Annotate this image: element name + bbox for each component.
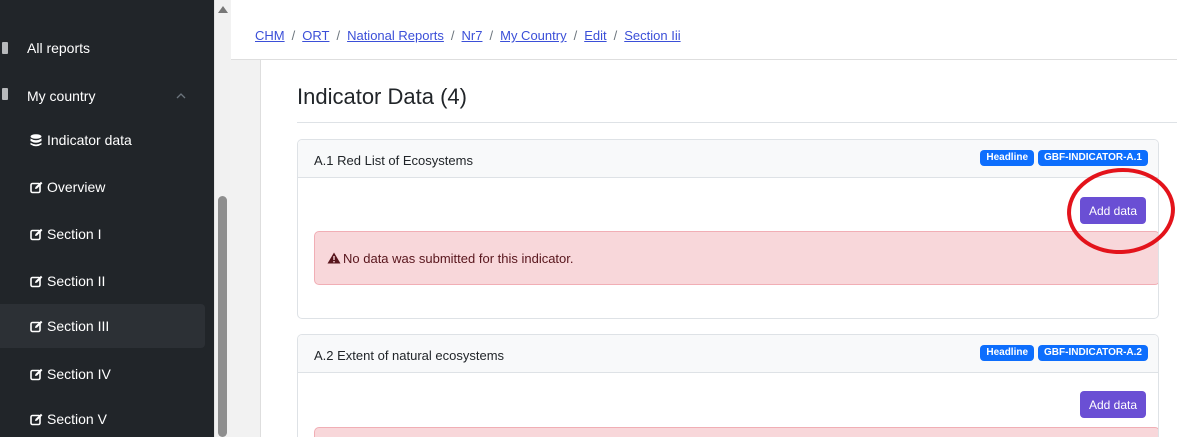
sidebar: All reports My country Indicator data Ov… [0,0,214,437]
edit-icon [29,274,43,288]
sidebar-item-section-iv[interactable]: Section IV [0,352,205,396]
page-title: Indicator Data (4) [297,84,467,109]
breadcrumb-link-edit[interactable]: Edit [584,28,606,43]
sidebar-item-section-ii[interactable]: Section II [0,259,205,303]
indicator-code-badge: GBF-INDICATOR-A.1 [1038,150,1148,166]
edit-icon [29,367,43,381]
breadcrumb-separator: / [573,28,578,43]
sidebar-item-label: Section IV [47,366,111,382]
sidebar-item-label: Section I [47,226,102,242]
card-title: A.1 Red List of Ecosystems [314,153,473,168]
sidebar-item-section-i[interactable]: Section I [0,212,205,256]
sidebar-item-section-iii[interactable]: Section III [0,304,205,348]
badge-group: Headline GBF-INDICATOR-A.1 [980,150,1148,166]
edit-icon [29,227,43,241]
headline-badge: Headline [980,345,1035,361]
indicator-card: A.2 Extent of natural ecosystems Headlin… [297,334,1159,437]
breadcrumb-separator: / [450,28,455,43]
main-content: Indicator Data (4) A.1 Red List of Ecosy… [260,60,1177,437]
title-divider [297,122,1177,123]
warning-icon [327,252,341,264]
breadcrumb-link-nr7[interactable]: Nr7 [462,28,483,43]
sidebar-item-label: Overview [47,179,106,195]
breadcrumb-separator: / [336,28,341,43]
sidebar-scrollbar[interactable] [214,0,230,437]
breadcrumb-link-national-reports[interactable]: National Reports [347,28,444,43]
edit-icon [29,412,43,426]
breadcrumb-separator: / [613,28,618,43]
sidebar-item-all-reports[interactable]: All reports [0,26,205,70]
breadcrumb: CHM / ORT / National Reports / Nr7 / My Country /… [255,28,681,43]
sidebar-item-label: All reports [27,40,91,56]
chevron-up-icon[interactable] [176,91,186,101]
sidebar-item-overview[interactable]: Overview [0,165,205,209]
sidebar-item-my-country[interactable]: My country [0,74,205,118]
indicator-card: A.1 Red List of Ecosystems Headline GBF-… [297,139,1159,319]
card-title: A.2 Extent of natural ecosystems [314,348,505,363]
badge-group: Headline GBF-INDICATOR-A.2 [980,345,1148,361]
top-bar: CHM / ORT / National Reports / Nr7 / My Country /… [231,0,1177,60]
sidebar-item-label: My country [27,88,96,104]
sidebar-item-label: Section II [47,273,106,289]
scroll-up-arrow-icon[interactable] [218,6,228,13]
breadcrumb-separator: / [489,28,494,43]
breadcrumb-link-ort[interactable]: ORT [302,28,329,43]
no-data-alert [314,427,1158,437]
breadcrumb-current[interactable]: Section Iii [624,28,680,43]
sidebar-item-indicator-data[interactable]: Indicator data [0,118,205,162]
breadcrumb-link-my-country[interactable]: My Country [500,28,566,43]
card-header: A.1 Red List of Ecosystems Headline GBF-… [298,140,1158,178]
breadcrumb-link-chm[interactable]: CHM [255,28,285,43]
headline-badge: Headline [980,150,1035,166]
indicator-code-badge: GBF-INDICATOR-A.2 [1038,345,1148,361]
scrollbar-thumb[interactable] [218,196,227,437]
sidebar-item-label: Section V [47,411,107,427]
database-icon [29,133,43,147]
sidebar-item-label: Indicator data [47,132,132,148]
alert-text: No data was submitted for this indicator… [343,250,574,266]
card-header: A.2 Extent of natural ecosystems Headlin… [298,335,1158,373]
sidebar-item-label: Section III [47,318,110,334]
edit-icon [29,180,43,194]
no-data-alert: No data was submitted for this indicator… [314,231,1158,285]
sidebar-item-section-v[interactable]: Section V [0,397,205,437]
edit-icon [29,319,43,333]
add-data-button[interactable]: Add data [1080,391,1146,418]
breadcrumb-separator: / [291,28,296,43]
